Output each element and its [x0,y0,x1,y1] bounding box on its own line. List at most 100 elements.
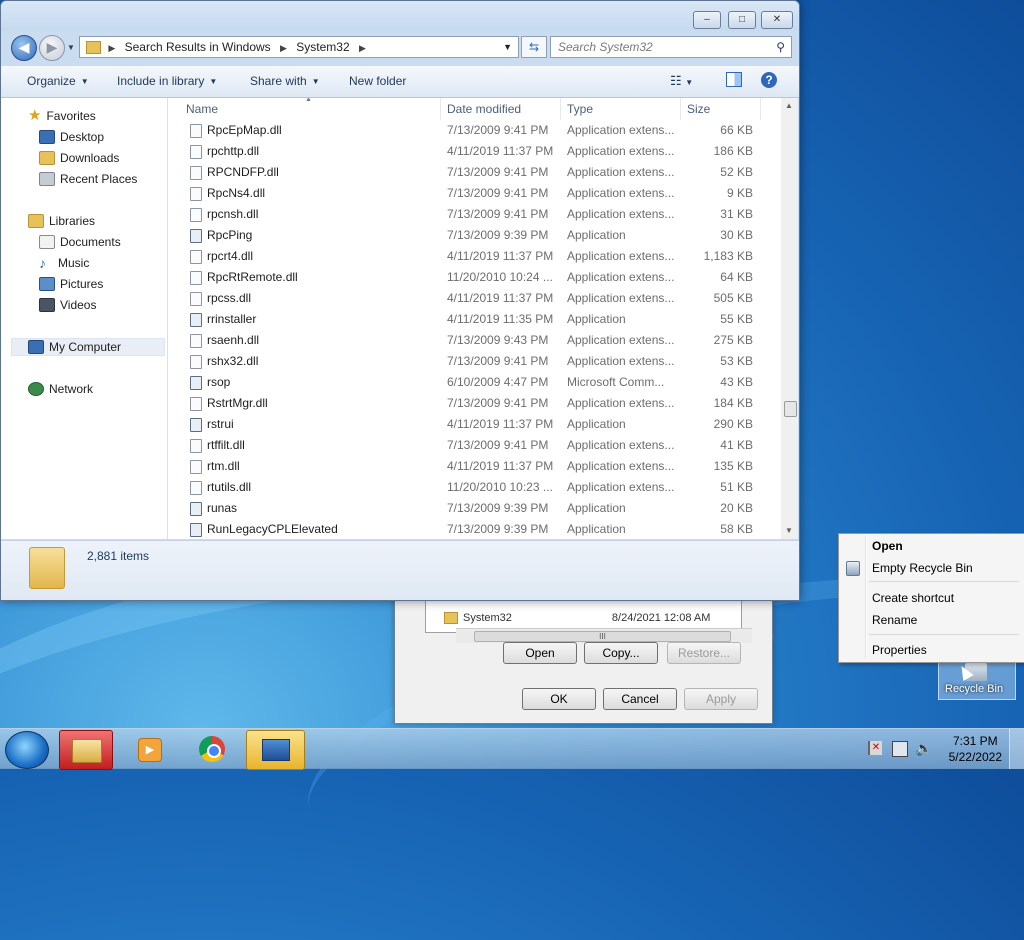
table-row[interactable]: RpcNs4.dll 7/13/2009 9:41 PM Application e… [168,183,781,204]
file-name: RpcEpMap.dll [207,123,282,137]
column-size[interactable]: Size [681,98,761,120]
file-name-cell: rstrui [190,414,440,435]
column-name[interactable]: Name [180,98,441,120]
vertical-scrollbar[interactable]: ▲ ▼ [781,98,798,539]
nav-desktop[interactable]: Desktop [39,128,104,146]
nav-downloads[interactable]: Downloads [39,149,119,167]
search-input[interactable]: Search System32 ⚲ [550,36,792,58]
table-row[interactable]: RpcRtRemote.dll 11/20/2010 10:24 ... Appli… [168,267,781,288]
table-row[interactable]: rrinstaller 4/11/2019 11:35 PM Application… [168,309,781,330]
scroll-thumb[interactable] [784,401,797,417]
ok-button[interactable]: OK [522,688,596,710]
menu-item-empty-recycle-bin[interactable]: Empty Recycle Bin [872,561,973,575]
table-row[interactable]: rtm.dll 4/11/2019 11:37 PM Application ext… [168,456,781,477]
breadcrumb-system32[interactable]: System32 [296,37,349,57]
menu-item-properties[interactable]: Properties [872,643,927,657]
breadcrumb-search-results[interactable]: Search Results in Windows [125,37,271,57]
menu-item-create-shortcut[interactable]: Create shortcut [872,591,954,605]
tray-volume-icon[interactable]: 🔈 [915,740,932,757]
table-row[interactable]: rstrui 4/11/2019 11:37 PM Application 290 K… [168,414,781,435]
table-row[interactable]: rsop 6/10/2009 4:47 PM Microsoft Comm... 43… [168,372,781,393]
scroll-down-icon[interactable]: ▼ [785,526,793,535]
file-size: 9 KB [726,186,753,200]
open-button[interactable]: Open [503,642,577,664]
search-icon[interactable]: ⚲ [776,37,785,57]
menu-item-rename[interactable]: Rename [872,613,917,627]
scroll-up-icon[interactable]: ▲ [785,101,793,110]
forward-button[interactable]: ▶ [39,35,65,61]
table-row[interactable]: rpcrt4.dll 4/11/2019 11:37 PM Application … [168,246,781,267]
taskbar-explorer[interactable] [59,730,113,770]
tray-flag-icon[interactable]: ✕ [868,741,882,755]
back-button[interactable]: ◀ [11,35,37,61]
new-folder-button[interactable]: New folder [349,74,406,88]
file-size: 41 KB [720,438,753,452]
help-icon[interactable]: ? [761,72,777,88]
taskbar-chrome[interactable] [186,730,238,768]
column-date-modified[interactable]: Date modified [441,98,561,120]
media-player-icon: ▶ [138,738,162,762]
dll-file-icon [190,186,202,201]
nav-label: Documents [60,235,121,249]
nav-libraries[interactable]: Libraries [28,212,95,230]
table-row[interactable]: rpcnsh.dll 7/13/2009 9:41 PM Application e… [168,204,781,225]
minimize-button[interactable]: – [693,11,721,29]
table-row[interactable]: rpcss.dll 4/11/2019 11:37 PM Application e… [168,288,781,309]
scroll-thumb[interactable]: III [474,631,731,642]
navigation-bar: ◀ ▶ ▼ ▶ Search Results in Windows ▶ Syst… [1,31,799,65]
table-row[interactable]: rsaenh.dll 7/13/2009 9:43 PM Application e… [168,330,781,351]
file-name-cell: rtffilt.dll [190,435,440,456]
file-name: RpcPing [207,228,253,242]
clock[interactable]: 7:31 PM 5/22/2022 [949,733,1002,765]
file-date: 4/11/2019 11:37 PM [447,459,554,473]
address-dropdown-icon[interactable]: ▼ [503,37,512,57]
table-row[interactable]: rshx32.dll 7/13/2009 9:41 PM Application e… [168,351,781,372]
file-name-cell: RpcRtRemote.dll [190,267,440,288]
table-row[interactable]: runas 7/13/2009 9:39 PM Application 20 KB [168,498,781,519]
nav-pictures[interactable]: Pictures [39,275,103,293]
refresh-button[interactable]: ⇆ [521,36,547,58]
table-row[interactable]: RunLegacyCPLElevated 7/13/2009 9:39 PM App… [168,519,781,539]
view-options-icon[interactable]: ☷ ▼ [670,73,693,89]
menu-item-open[interactable]: Open [872,539,903,553]
column-type[interactable]: Type [561,98,681,120]
tray-network-icon[interactable] [892,741,908,757]
close-button[interactable]: ✕ [761,11,793,29]
table-row[interactable]: RpcPing 7/13/2009 9:39 PM Application 30 KB [168,225,781,246]
copy-button[interactable]: Copy... [584,642,658,664]
table-row[interactable]: RpcEpMap.dll 7/13/2009 9:41 PM Application… [168,120,781,141]
list-item[interactable]: System32 8/24/2021 12:08 AM [444,612,710,624]
address-bar[interactable]: ▶ Search Results in Windows ▶ System32 ▶… [79,36,519,58]
nav-recent-places[interactable]: Recent Places [39,170,137,188]
table-row[interactable]: rtutils.dll 11/20/2010 10:23 ... Applicati… [168,477,781,498]
nav-my-computer[interactable]: My Computer [11,338,165,356]
table-row[interactable]: rtffilt.dll 7/13/2009 9:41 PM Application … [168,435,781,456]
cancel-button[interactable]: Cancel [603,688,677,710]
start-button[interactable] [5,731,49,769]
share-with-menu[interactable]: Share with ▼ [250,74,320,88]
recent-pages-icon[interactable]: ▼ [67,43,75,52]
taskbar-media-player[interactable]: ▶ [124,730,176,768]
file-type: Application extens... [567,165,675,179]
taskbar-remote-desktop[interactable] [246,730,305,770]
include-label: Include in library [117,74,205,88]
restore-button[interactable]: Restore... [667,642,741,664]
organize-menu[interactable]: Organize ▼ [27,74,89,88]
table-row[interactable]: rpchttp.dll 4/11/2019 11:37 PM Application… [168,141,781,162]
nav-videos[interactable]: Videos [39,296,96,314]
nav-music[interactable]: ♪ Music [39,254,89,272]
nav-network[interactable]: Network [28,380,93,398]
horizontal-scrollbar[interactable]: III [456,628,752,643]
table-row[interactable]: RstrtMgr.dll 7/13/2009 9:41 PM Application… [168,393,781,414]
include-in-library-menu[interactable]: Include in library ▼ [117,74,217,88]
nav-documents[interactable]: Documents [39,233,121,251]
apply-button[interactable]: Apply [684,688,758,710]
table-row[interactable]: RPCNDFP.dll 7/13/2009 9:41 PM Application … [168,162,781,183]
title-bar[interactable]: – □ ✕ [1,1,799,31]
file-size: 52 KB [720,165,753,179]
recycle-bin-shortcut[interactable]: Recycle Bin [938,660,1016,700]
preview-pane-icon[interactable] [726,72,742,87]
maximize-button[interactable]: □ [728,11,756,29]
show-desktop-button[interactable] [1009,729,1024,769]
nav-favorites[interactable]: ★ Favorites [28,107,96,125]
